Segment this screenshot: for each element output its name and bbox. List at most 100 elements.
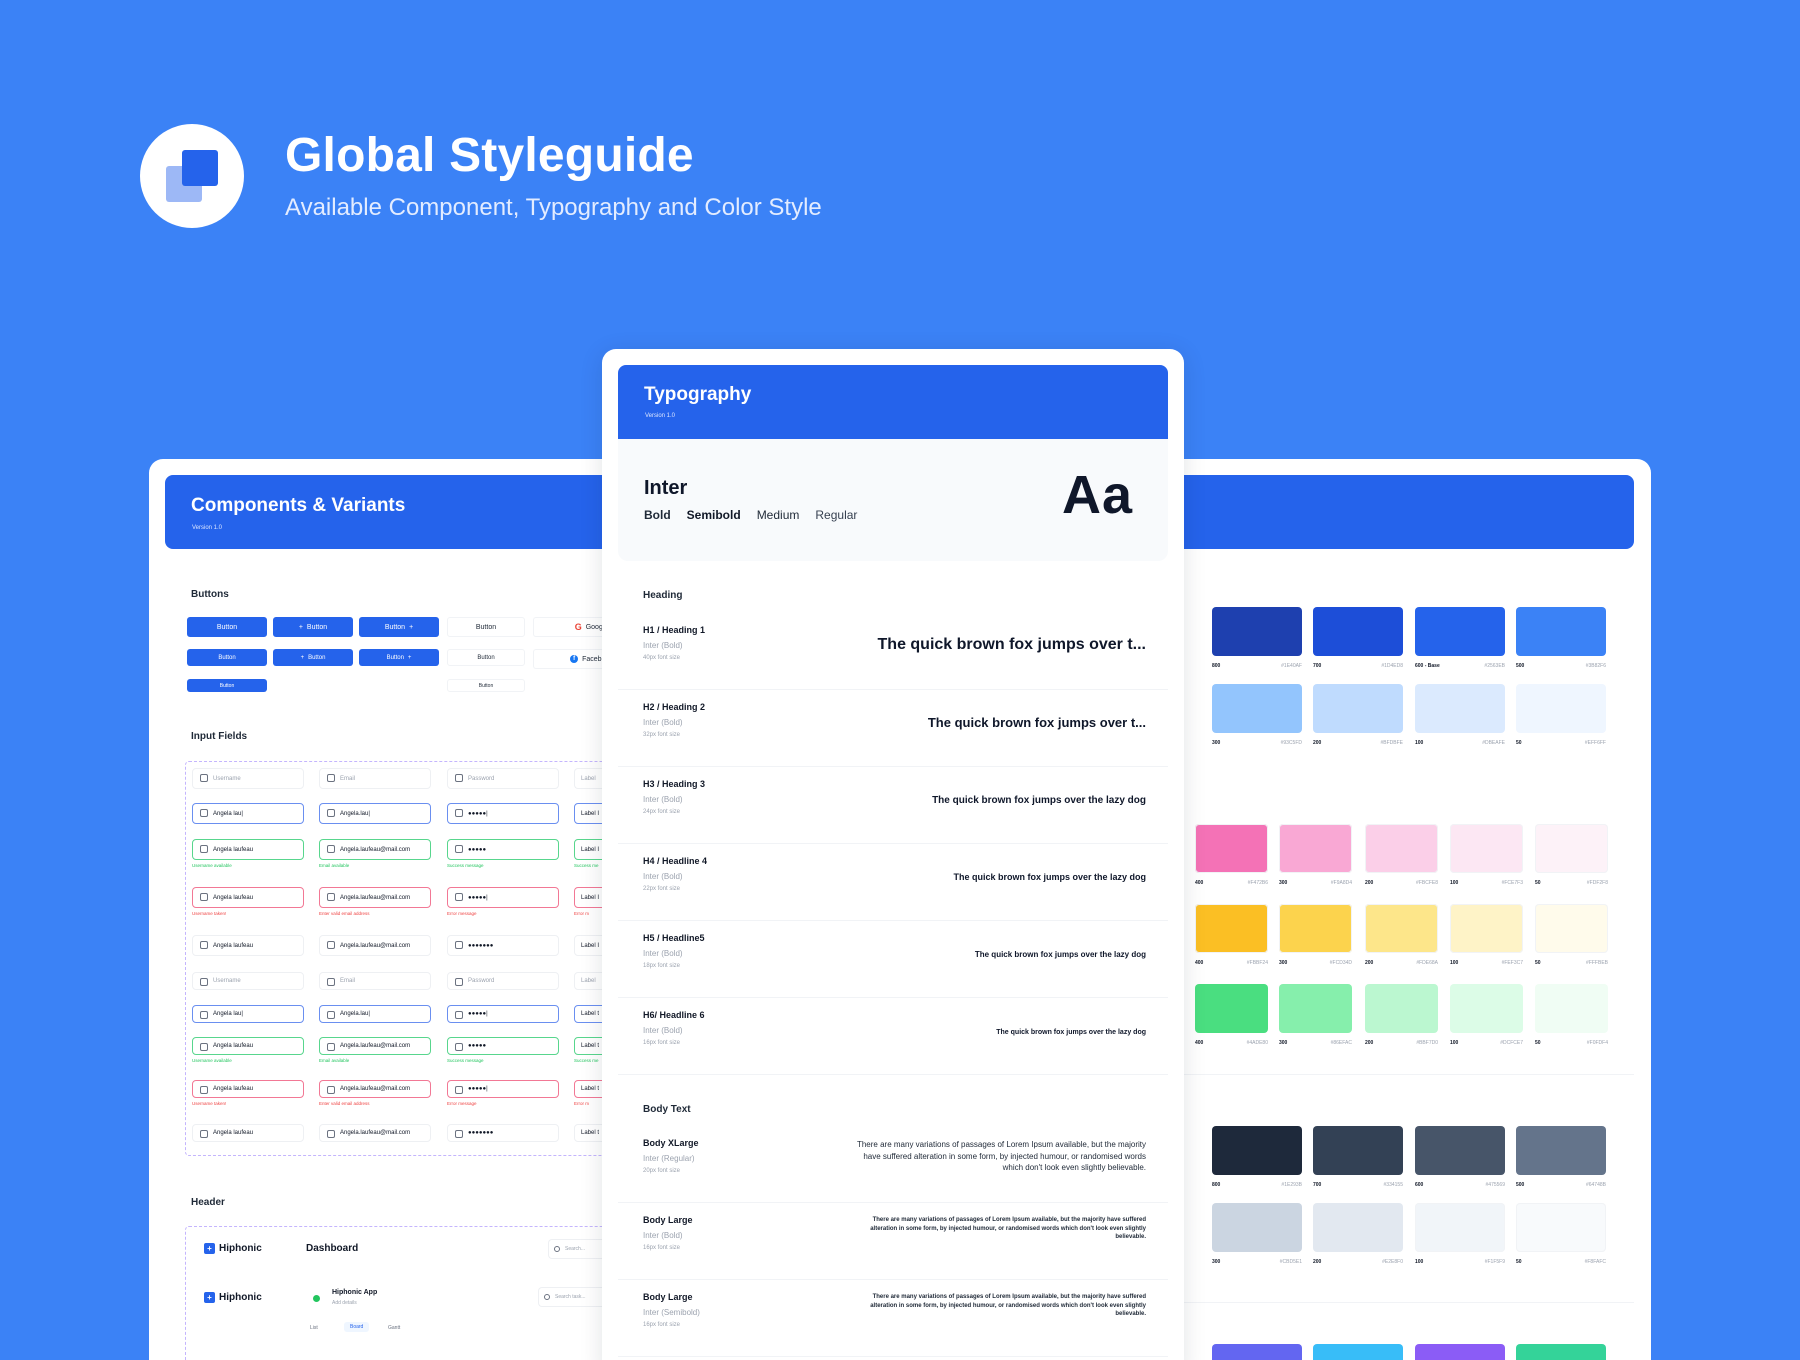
swatch-hex: #FCE7F3 — [1501, 880, 1523, 886]
email-input-sm-active[interactable]: Angela.lau| — [319, 1005, 431, 1023]
swatch-hex: #F8FAFC — [1584, 1259, 1606, 1265]
search-icon — [544, 1294, 550, 1300]
email-input[interactable]: Email — [319, 768, 431, 789]
password-input-active[interactable]: ●●●●●| — [447, 803, 559, 824]
username-input-sm-active[interactable]: Angela lau| — [192, 1005, 304, 1023]
style-font: Inter (Bold) — [643, 1231, 683, 1240]
style-font: Inter (Bold) — [643, 641, 683, 650]
password-input-filled[interactable]: ●●●●●●● — [447, 935, 559, 956]
user-icon — [200, 941, 208, 949]
color-swatch — [1516, 1203, 1606, 1252]
email-input-sm-filled[interactable]: Angela.laufeau@mail.com — [319, 1124, 431, 1142]
weight-bold: Bold — [644, 508, 671, 522]
color-swatch — [1195, 904, 1268, 953]
logo — [140, 124, 244, 228]
brand-icon: + — [204, 1243, 215, 1254]
username-input-error[interactable]: Angela laufeau — [192, 887, 304, 908]
tab-board[interactable]: Board — [344, 1322, 370, 1332]
hero-subtitle: Available Component, Typography and Colo… — [285, 194, 822, 221]
password-input-error[interactable]: ●●●●●| — [447, 887, 559, 908]
color-swatch — [1415, 1203, 1505, 1252]
password-input-sm-success[interactable]: ●●●●● — [447, 1037, 559, 1055]
primary-button-icon-right[interactable]: Button + — [359, 617, 439, 637]
password-input-sm-filled[interactable]: ●●●●●●● — [447, 1124, 559, 1142]
user-icon — [200, 1130, 208, 1138]
username-input-sm[interactable]: Username — [192, 972, 304, 990]
label-success-hint: Success me — [574, 863, 599, 868]
username-input[interactable]: Username — [192, 768, 304, 789]
style-size: 16px font size — [643, 1040, 681, 1046]
primary-button[interactable]: Button — [187, 617, 267, 637]
user-icon — [200, 1043, 208, 1051]
email-input-active[interactable]: Angela.lau| — [319, 803, 431, 824]
body-row: Body XLarge Inter (Regular) 20px font size… — [618, 1127, 1168, 1203]
style-name: H2 / Heading 2 — [643, 702, 706, 712]
plus-icon: + — [407, 654, 412, 661]
email-input-filled[interactable]: Angela.laufeau@mail.com — [319, 935, 431, 956]
username-input-sm-error[interactable]: Angela laufeau — [192, 1080, 304, 1098]
components-version: Version 1.0 — [192, 525, 223, 531]
email-input-error[interactable]: Angela.laufeau@mail.com — [319, 887, 431, 908]
font-sample-glyph: Aa — [1062, 465, 1134, 525]
swatch-hex: #EFF6FF — [1584, 740, 1606, 746]
add-details[interactable]: Add details — [332, 1300, 357, 1306]
primary-button-md[interactable]: Button — [187, 649, 267, 666]
swatch-hex: #FBCFE8 — [1416, 880, 1438, 886]
username-input-filled[interactable]: Angela laufeau — [192, 935, 304, 956]
username-input-active[interactable]: Angela lau| — [192, 803, 304, 824]
color-swatch — [1450, 824, 1523, 873]
email-sm-error-hint: Enter valid email address — [319, 1101, 370, 1106]
ghost-button[interactable]: Button — [447, 617, 525, 637]
font-weights: Bold Semibold Medium Regular — [644, 508, 857, 522]
style-sample: There are many variations of passages of… — [856, 1140, 1146, 1173]
username-input-sm-filled[interactable]: Angela laufeau — [192, 1124, 304, 1142]
style-name: Body Large — [643, 1215, 693, 1225]
password-input-sm[interactable]: Password — [447, 972, 559, 990]
divider — [1150, 1074, 1634, 1075]
username-input-success[interactable]: Angela laufeau — [192, 839, 304, 860]
style-sample: The quick brown fox jumps over t... — [927, 715, 1146, 730]
email-error-hint: Enter valid email address — [319, 911, 370, 916]
ghost-button-sm[interactable]: Button — [447, 679, 525, 692]
primary-button-md-icon-right[interactable]: Button + — [359, 649, 439, 666]
user-icon — [200, 1011, 208, 1019]
email-input-sm[interactable]: Email — [319, 972, 431, 990]
swatch-hex: #DCFCE7 — [1500, 1040, 1523, 1046]
mail-icon — [327, 893, 335, 901]
email-input-sm-error[interactable]: Angela.laufeau@mail.com — [319, 1080, 431, 1098]
style-font: Inter (Bold) — [643, 949, 683, 958]
color-swatch — [1313, 1203, 1403, 1252]
lock-icon — [455, 809, 463, 817]
email-input-sm-success[interactable]: Angela.laufeau@mail.com — [319, 1037, 431, 1055]
swatch-hex: #64748B — [1585, 1182, 1606, 1188]
heading-row: H3 / Heading 3 Inter (Bold) 24px font size… — [618, 768, 1168, 844]
weight-semibold: Semibold — [686, 508, 741, 522]
buttons-label: Buttons — [191, 589, 229, 600]
colors-card: #1E3A8A800#1E40AF700#1D4ED8600 - Base#25… — [1150, 459, 1651, 1360]
password-input-success[interactable]: ●●●●● — [447, 839, 559, 860]
password-input-sm-error[interactable]: ●●●●●| — [447, 1080, 559, 1098]
color-swatch — [1535, 904, 1608, 953]
tab-gantt[interactable]: Gantt — [388, 1325, 400, 1331]
ghost-button-md[interactable]: Button — [447, 649, 525, 666]
tab-list[interactable]: List — [310, 1325, 318, 1331]
swatch-hex: #F9A8D4 — [1330, 880, 1352, 886]
email-success-hint: Email available — [319, 863, 350, 868]
style-name: H5 / Headline5 — [643, 933, 705, 943]
email-input-success[interactable]: Angela.laufeau@mail.com — [319, 839, 431, 860]
primary-button-md-icon-left[interactable]: + Button — [273, 649, 353, 666]
username-input-sm-success[interactable]: Angela laufeau — [192, 1037, 304, 1055]
style-name: H1 / Heading 1 — [643, 625, 706, 635]
color-swatch — [1313, 1126, 1403, 1175]
style-size: 24px font size — [643, 809, 681, 815]
style-size: 18px font size — [643, 963, 681, 969]
password-input[interactable]: Password — [447, 768, 559, 789]
swatch-hex: #1E293B — [1281, 1182, 1302, 1188]
password-input-sm-active[interactable]: ●●●●●| — [447, 1005, 559, 1023]
body-row: Body Large Inter (Semibold) 16px font size… — [618, 1281, 1168, 1357]
primary-button-sm[interactable]: Button — [187, 679, 267, 692]
primary-button-icon-left[interactable]: + Button — [273, 617, 353, 637]
mail-icon — [327, 845, 335, 853]
swatch-hex: #E2E8F0 — [1382, 1259, 1403, 1265]
mail-icon — [327, 1011, 335, 1019]
